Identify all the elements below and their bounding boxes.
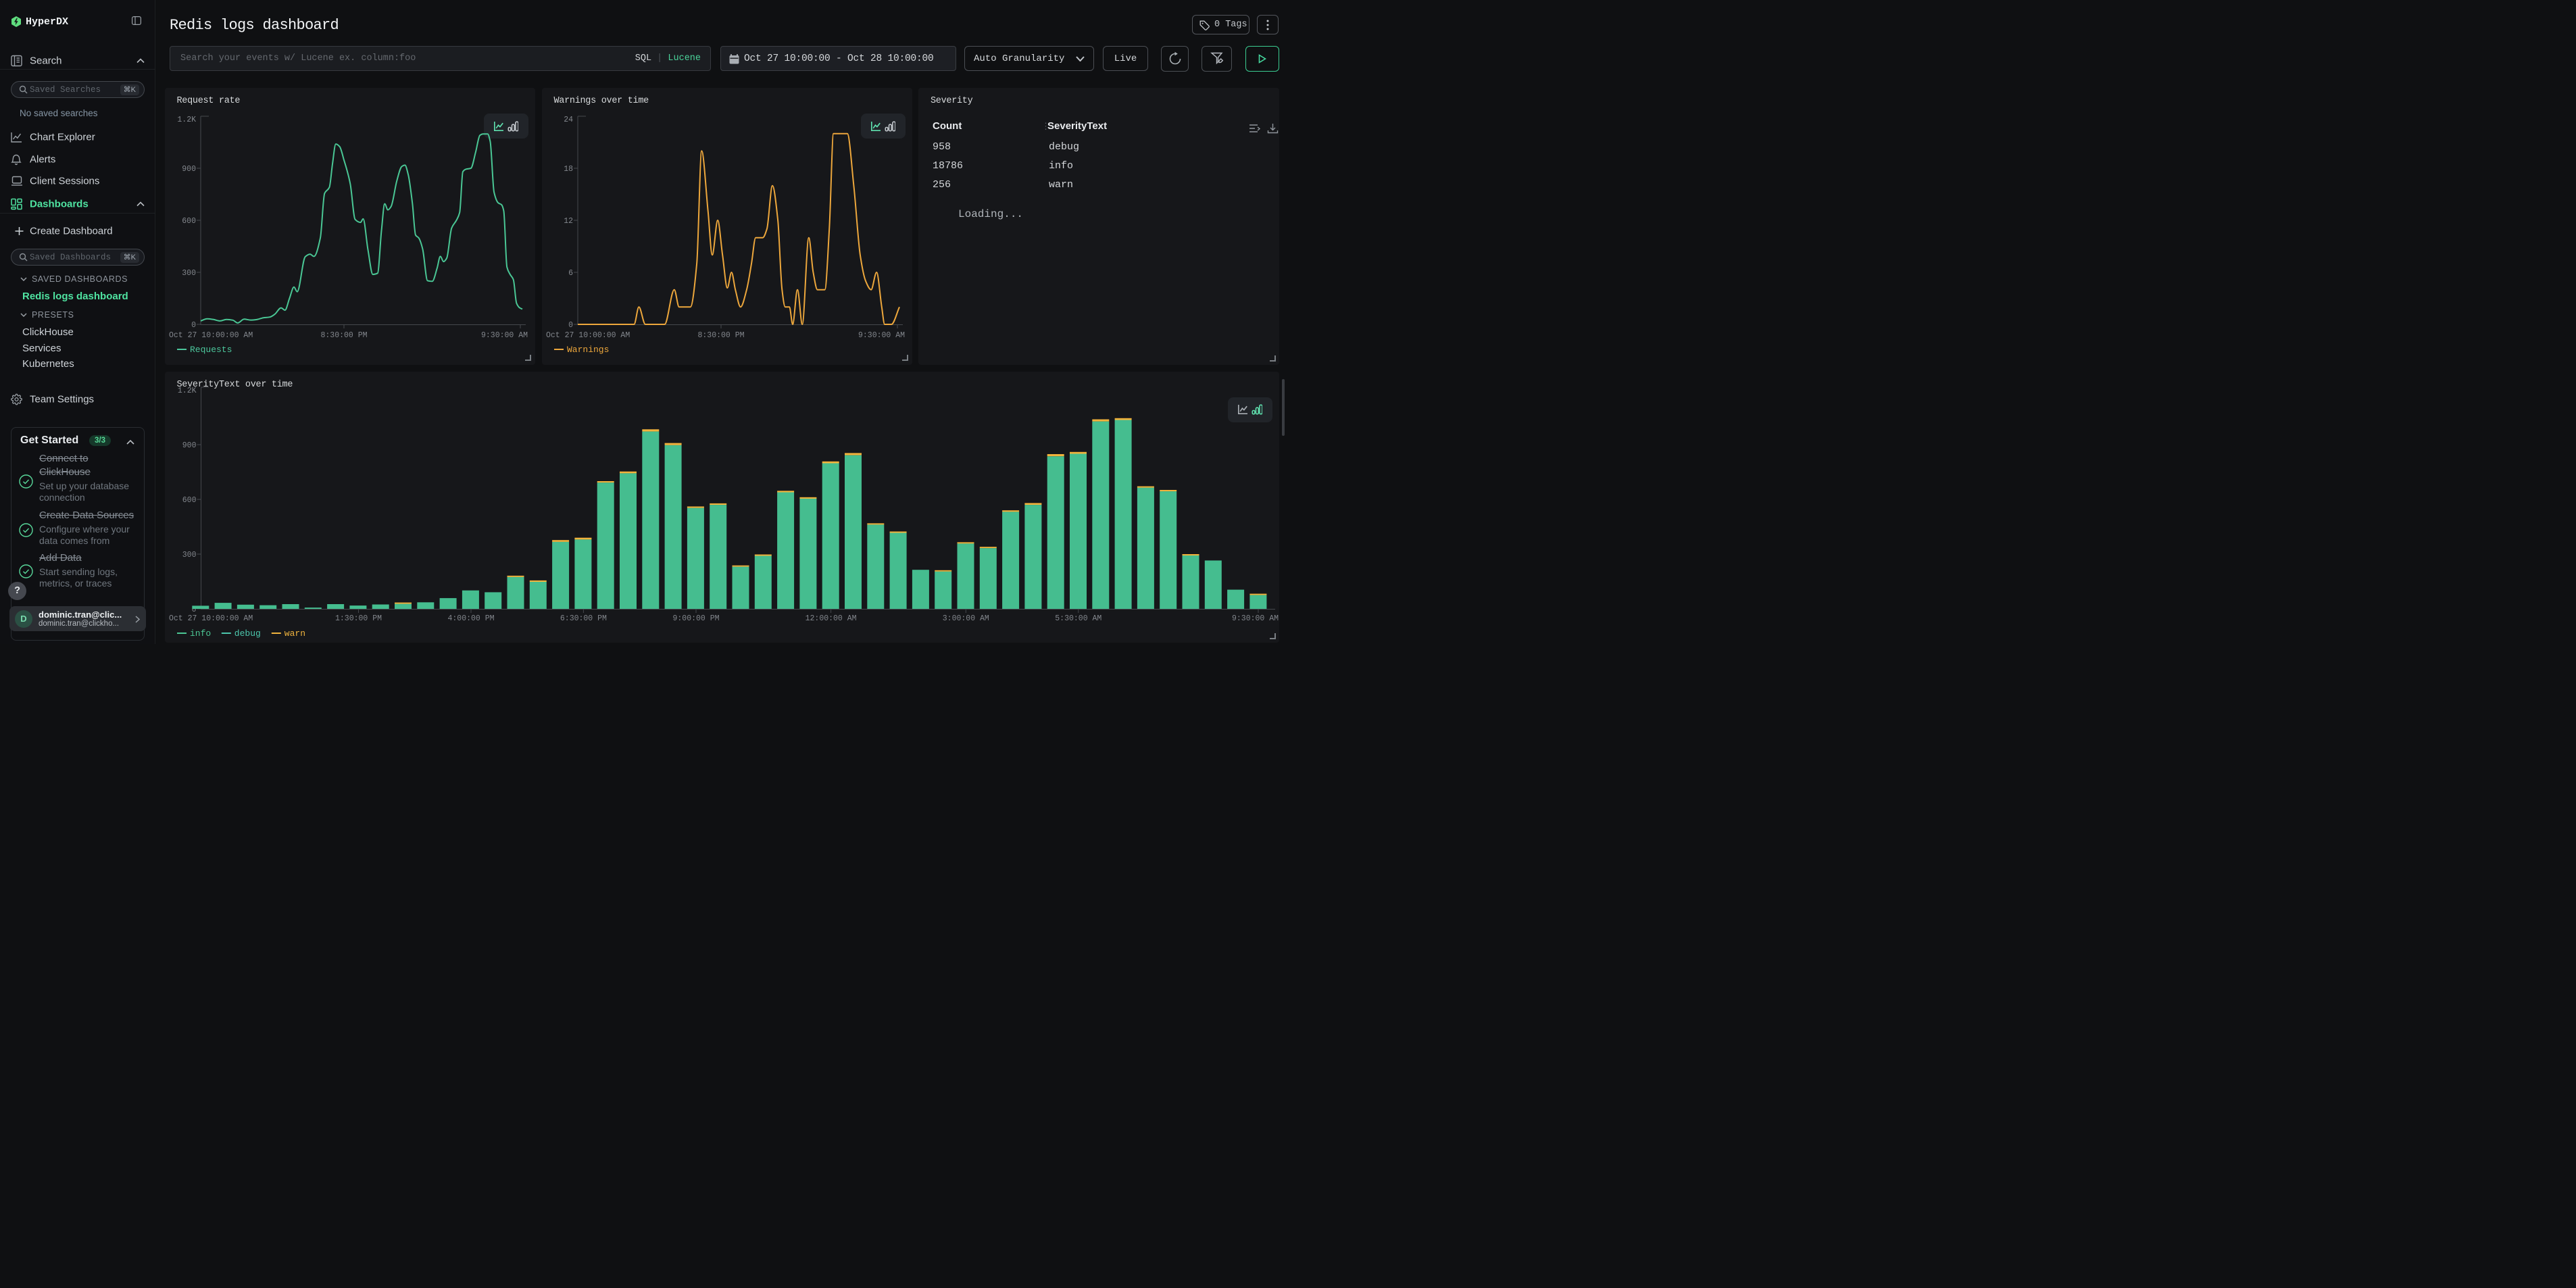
svg-text:12: 12	[564, 217, 573, 226]
svg-text:warn: warn	[284, 628, 305, 639]
svg-text:300: 300	[182, 269, 196, 278]
svg-text:24: 24	[564, 116, 573, 124]
svg-text:3:00:00 AM: 3:00:00 AM	[942, 614, 989, 623]
svg-text:9:00:00 PM: 9:00:00 PM	[672, 614, 719, 623]
svg-text:900: 900	[182, 441, 196, 450]
svg-text:Oct 27 10:00:00 AM: Oct 27 10:00:00 AM	[169, 614, 253, 623]
svg-text:600: 600	[182, 496, 196, 505]
svg-text:1.2K: 1.2K	[177, 387, 196, 395]
svg-text:Requests: Requests	[190, 345, 232, 355]
svg-text:Oct 27 10:00:00 AM: Oct 27 10:00:00 AM	[546, 331, 630, 340]
svg-text:900: 900	[182, 165, 196, 174]
svg-text:0: 0	[568, 321, 573, 330]
svg-text:0: 0	[191, 321, 196, 330]
svg-text:600: 600	[182, 217, 196, 226]
svg-text:Warnings: Warnings	[567, 345, 609, 355]
svg-text:8:30:00 PM: 8:30:00 PM	[697, 331, 744, 340]
svg-text:Oct 27 10:00:00 AM: Oct 27 10:00:00 AM	[169, 331, 253, 340]
svg-text:18: 18	[564, 165, 573, 174]
svg-text:info: info	[190, 628, 211, 639]
svg-text:9:30:00 AM: 9:30:00 AM	[1231, 614, 1278, 623]
svg-text:9:30:00 AM: 9:30:00 AM	[858, 331, 904, 340]
svg-text:1:30:00 PM: 1:30:00 PM	[335, 614, 381, 623]
svg-text:1.2K: 1.2K	[177, 116, 196, 124]
svg-text:300: 300	[182, 551, 196, 560]
svg-text:debug: debug	[234, 628, 260, 639]
svg-text:5:30:00 AM: 5:30:00 AM	[1055, 614, 1101, 623]
svg-text:12:00:00 AM: 12:00:00 AM	[805, 614, 856, 623]
svg-text:6: 6	[568, 269, 573, 278]
svg-text:9:30:00 AM: 9:30:00 AM	[480, 331, 527, 340]
svg-text:4:00:00 PM: 4:00:00 PM	[447, 614, 494, 623]
svg-text:6:30:00 PM: 6:30:00 PM	[560, 614, 606, 623]
svg-text:8:30:00 PM: 8:30:00 PM	[320, 331, 367, 340]
